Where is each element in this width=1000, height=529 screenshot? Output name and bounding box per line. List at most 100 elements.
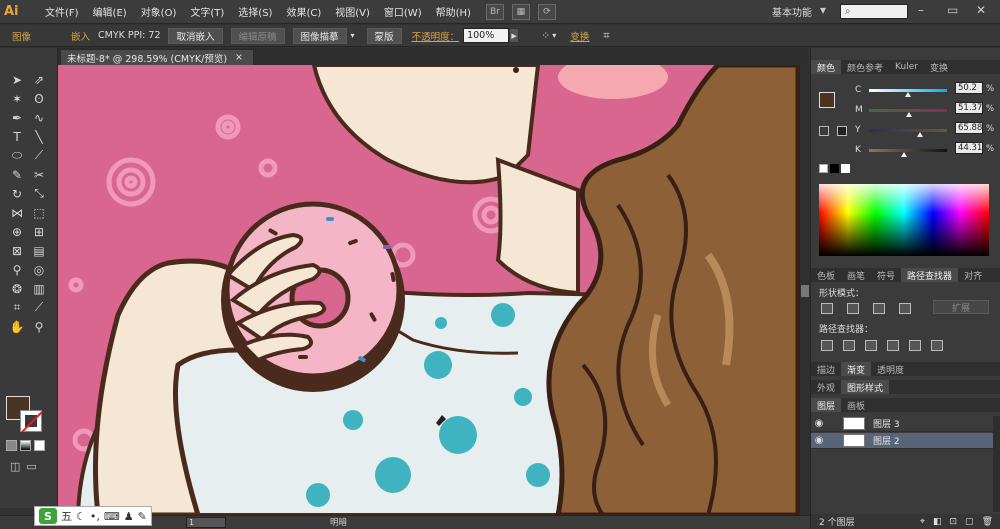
visibility-eye-icon[interactable]: ◉ xyxy=(811,435,827,446)
mask-button[interactable]: 蒙版 xyxy=(366,27,402,44)
punctuation-icon[interactable]: •, xyxy=(90,510,100,523)
cyan-knob[interactable] xyxy=(905,91,912,97)
yellow-value[interactable]: 65.88 xyxy=(955,122,983,134)
tab-align[interactable]: 对齐 xyxy=(958,268,988,282)
black-slider[interactable]: K 44.31 % xyxy=(855,142,1000,157)
tab-artboards[interactable]: 画板 xyxy=(841,398,871,412)
exclude-icon[interactable] xyxy=(899,303,911,314)
menu-effect[interactable]: 效果(C) xyxy=(279,4,328,19)
tab-color[interactable]: 颜色 xyxy=(811,60,842,74)
stroke-color-swatch[interactable] xyxy=(20,410,42,432)
vertical-scroll-thumb[interactable] xyxy=(801,285,809,297)
tab-kuler[interactable]: Kuler xyxy=(889,60,924,74)
curvature-tool-icon[interactable]: ∿ xyxy=(28,108,50,127)
new-sublayer-icon[interactable]: ⊡ xyxy=(950,517,958,527)
selection-tool-icon[interactable]: ➤ xyxy=(6,70,28,89)
new-layer-icon[interactable]: ▢ xyxy=(965,517,974,527)
help-search-input[interactable]: ⌕ xyxy=(840,4,908,19)
type-tool-icon[interactable]: T xyxy=(6,127,28,146)
eraser-tool-icon[interactable]: ✂ xyxy=(28,165,50,184)
close-icon[interactable]: ✕ xyxy=(976,3,986,17)
cyan-slider[interactable]: C 50.2 % xyxy=(855,82,1000,97)
align-dropdown-icon[interactable]: ▾ xyxy=(552,31,556,40)
slice-tool-icon[interactable]: ⟋ xyxy=(28,298,50,317)
minimize-icon[interactable]: – xyxy=(918,3,924,17)
free-transform-tool-icon[interactable]: ⬚ xyxy=(28,203,50,222)
eyedropper-tool-icon[interactable]: ⚲ xyxy=(6,260,28,279)
menu-help[interactable]: 帮助(H) xyxy=(429,4,478,19)
blend-tool-icon[interactable]: ◎ xyxy=(28,260,50,279)
opacity-arrow-icon[interactable]: ▶ xyxy=(509,28,520,43)
artboard-tool-icon[interactable]: ⌗ xyxy=(6,298,28,317)
tab-layers[interactable]: 图层 xyxy=(811,398,842,412)
tab-graphic-styles[interactable]: 图形样式 xyxy=(841,380,890,394)
crop-image-icon[interactable]: ⌗ xyxy=(603,29,609,43)
yellow-slider[interactable]: Y 65.88 % xyxy=(855,122,1000,137)
white-swatch[interactable] xyxy=(841,164,850,173)
ellipse-tool-icon[interactable]: ⬭ xyxy=(6,146,28,165)
pencil-tool-icon[interactable]: ✎ xyxy=(6,165,28,184)
close-document-icon[interactable]: × xyxy=(235,52,243,63)
arrange-documents-icon[interactable]: ▦ xyxy=(511,3,530,20)
tab-pathfinder[interactable]: 路径查找器 xyxy=(901,268,959,282)
menu-edit[interactable]: 编辑(E) xyxy=(86,4,134,19)
edit-original-button[interactable]: 编辑原稿 xyxy=(230,27,285,44)
gradient-mode-icon[interactable] xyxy=(20,440,31,451)
black-knob[interactable] xyxy=(900,151,907,157)
menu-window[interactable]: 窗口(W) xyxy=(377,4,429,19)
visibility-eye-icon[interactable]: ◉ xyxy=(811,418,827,429)
ime-mode[interactable]: 五 xyxy=(61,508,72,524)
intersect-icon[interactable] xyxy=(873,303,885,314)
magic-wand-tool-icon[interactable]: ✶ xyxy=(6,89,28,108)
tab-stroke[interactable]: 描边 xyxy=(811,362,841,376)
menu-object[interactable]: 对象(O) xyxy=(134,4,184,19)
paintbrush-tool-icon[interactable]: ⟋ xyxy=(28,146,50,165)
trim-icon[interactable] xyxy=(843,340,855,351)
perspective-grid-tool-icon[interactable]: ⊞ xyxy=(28,222,50,241)
minus-front-icon[interactable] xyxy=(847,303,859,314)
minus-back-icon[interactable] xyxy=(931,340,943,351)
transform-link[interactable]: 变换 xyxy=(570,29,589,43)
align-grid-icon[interactable]: ⁘ xyxy=(541,29,550,42)
cyan-value[interactable]: 50.2 xyxy=(955,82,983,94)
tab-swatches[interactable]: 色板 xyxy=(811,268,841,282)
panel-fill-swatch[interactable] xyxy=(819,92,835,108)
divide-icon[interactable] xyxy=(821,340,833,351)
layer-name[interactable]: 图层 3 xyxy=(873,417,900,430)
layers-scrollbar[interactable] xyxy=(993,416,1000,512)
sync-icon[interactable]: ⟳ xyxy=(537,3,556,20)
yellow-knob[interactable] xyxy=(917,131,924,137)
none-mode-icon[interactable] xyxy=(34,440,45,451)
ime-toolbar[interactable]: S 五 ☾ •, ⌨ ♟ ✎ xyxy=(34,506,152,526)
pen-tool-icon[interactable]: ✒ xyxy=(6,108,28,127)
opacity-label[interactable]: 不透明度： xyxy=(412,29,460,43)
mesh-tool-icon[interactable]: ⊠ xyxy=(6,241,28,260)
keyboard-icon[interactable]: ⌨ xyxy=(104,510,120,523)
magenta-knob[interactable] xyxy=(906,111,913,117)
tab-color-guide[interactable]: 颜色参考 xyxy=(841,60,889,74)
hand-tool-icon[interactable]: ✋ xyxy=(6,317,28,336)
delete-layer-icon[interactable]: 🗑 xyxy=(982,517,993,527)
merge-icon[interactable] xyxy=(865,340,877,351)
layer-row-selected[interactable]: ◉ 图层 2 xyxy=(811,433,993,449)
gradient-tool-icon[interactable]: ▤ xyxy=(28,241,50,260)
tab-gradient[interactable]: 渐变 xyxy=(841,362,872,376)
unembed-button[interactable]: 取消嵌入 xyxy=(168,27,223,44)
line-tool-icon[interactable]: ╲ xyxy=(28,127,50,146)
workspace-dropdown-icon[interactable]: ▾ xyxy=(820,3,826,17)
web-color-icon[interactable] xyxy=(837,126,847,136)
bridge-icon[interactable]: Br xyxy=(485,3,504,20)
out-of-gamut-icon[interactable] xyxy=(819,126,829,136)
opacity-input[interactable]: 100% xyxy=(463,28,510,43)
workspace-switcher[interactable]: 基本功能 xyxy=(772,4,812,19)
tab-symbols[interactable]: 符号 xyxy=(871,268,901,282)
expand-button[interactable]: 扩展 xyxy=(933,300,989,314)
crop-icon[interactable] xyxy=(887,340,899,351)
tab-transform[interactable]: 变换 xyxy=(924,60,954,74)
zoom-tool-icon[interactable]: ⚲ xyxy=(28,317,50,336)
screen-mode-icon[interactable]: ▭ xyxy=(26,460,36,473)
trace-dropdown-icon[interactable]: ▾ xyxy=(351,31,355,40)
unite-icon[interactable] xyxy=(821,303,833,314)
menu-type[interactable]: 文字(T) xyxy=(183,4,231,19)
vertical-scrollbar[interactable] xyxy=(800,65,810,515)
